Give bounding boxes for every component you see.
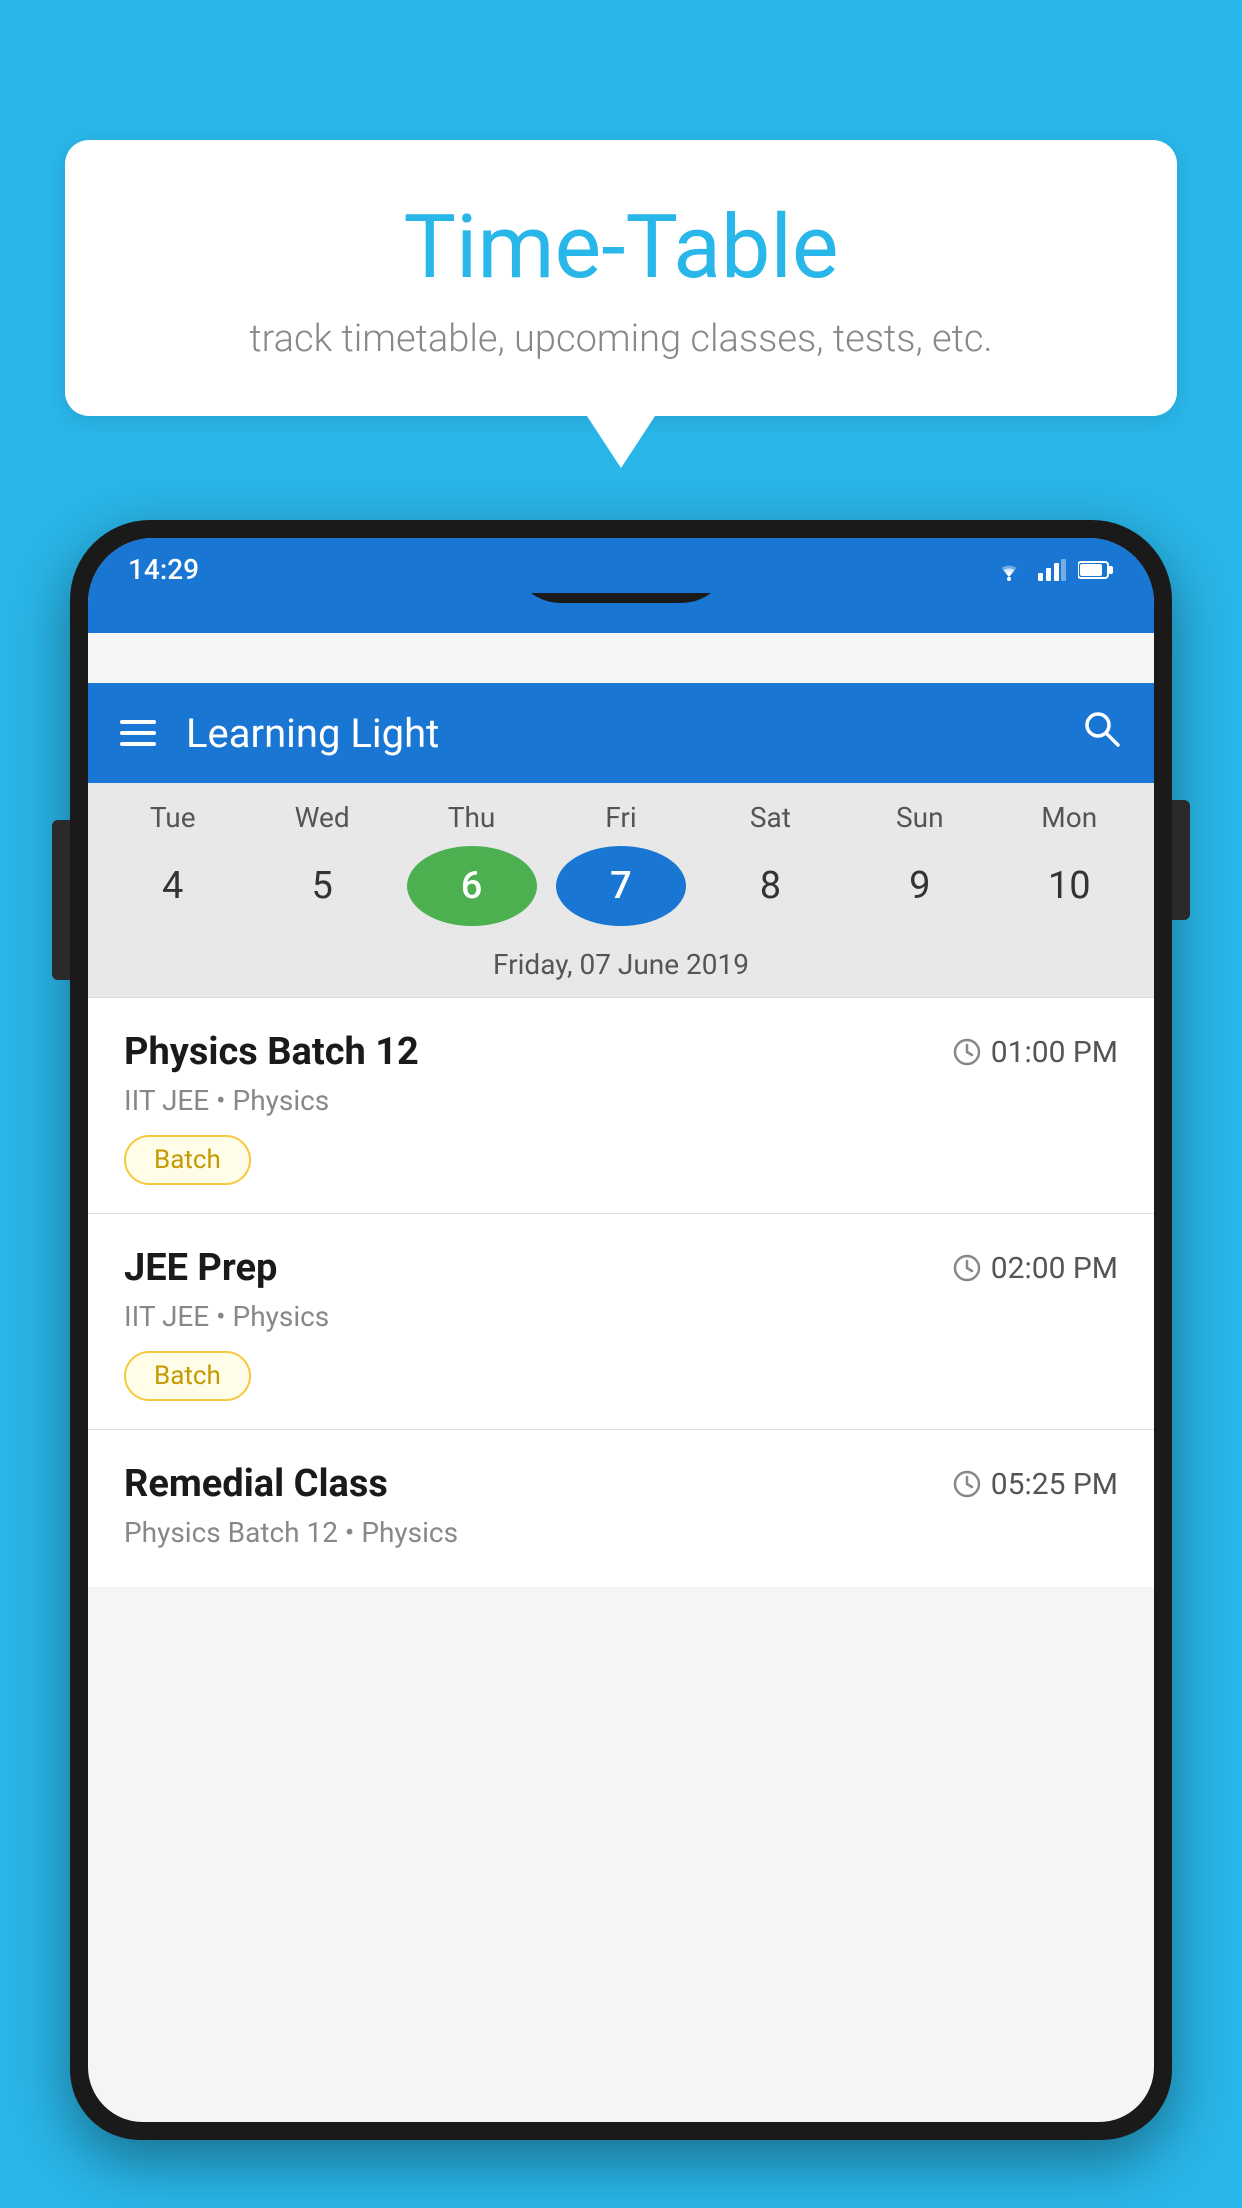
search-button[interactable] — [1080, 707, 1122, 759]
app-feature-subtitle: track timetable, upcoming classes, tests… — [105, 317, 1137, 361]
batch-badge-2: Batch — [124, 1351, 251, 1401]
phone-screen: 14:29 — [88, 538, 1154, 2122]
item-2-header: JEE Prep 02:00 PM — [124, 1246, 1118, 1290]
item-1-header: Physics Batch 12 01:00 PM — [124, 1030, 1118, 1074]
day-4[interactable]: 4 — [108, 846, 238, 926]
status-time: 14:29 — [128, 553, 199, 586]
class-time-1: 01:00 PM — [953, 1035, 1118, 1070]
speech-bubble-container: Time-Table track timetable, upcoming cla… — [65, 140, 1177, 416]
class-name-1: Physics Batch 12 — [124, 1030, 419, 1074]
hamburger-menu-icon[interactable] — [120, 720, 156, 746]
app-feature-title: Time-Table — [105, 200, 1137, 297]
class-name-2: JEE Prep — [124, 1246, 277, 1290]
day-6-today[interactable]: 6 — [407, 846, 537, 926]
day-7-selected[interactable]: 7 — [556, 846, 686, 926]
day-numbers: 4 5 6 7 8 9 10 — [88, 846, 1154, 942]
clock-icon-3 — [953, 1470, 981, 1498]
class-time-3: 05:25 PM — [953, 1467, 1118, 1502]
schedule-list: Physics Batch 12 01:00 PM IIT JEE • Phys… — [88, 998, 1154, 1587]
signal-icon — [1038, 559, 1066, 581]
day-label-thu: Thu — [407, 801, 537, 834]
item-3-header: Remedial Class 05:25 PM — [124, 1462, 1118, 1506]
day-label-wed: Wed — [257, 801, 387, 834]
day-label-mon: Mon — [1004, 801, 1134, 834]
class-details-1: IIT JEE • Physics — [124, 1084, 1118, 1117]
speech-bubble: Time-Table track timetable, upcoming cla… — [65, 140, 1177, 416]
status-icons — [992, 557, 1114, 583]
day-label-sun: Sun — [855, 801, 985, 834]
day-headers: Tue Wed Thu Fri Sat Sun Mon — [88, 801, 1154, 846]
selected-date-label: Friday, 07 June 2019 — [88, 942, 1154, 998]
class-details-3: Physics Batch 12 • Physics — [124, 1516, 1118, 1549]
app-bar: Learning Light — [88, 683, 1154, 783]
day-8[interactable]: 8 — [705, 846, 835, 926]
day-10[interactable]: 10 — [1004, 846, 1134, 926]
day-label-sat: Sat — [705, 801, 835, 834]
day-9[interactable]: 9 — [855, 846, 985, 926]
class-time-2: 02:00 PM — [953, 1251, 1118, 1286]
day-5[interactable]: 5 — [257, 846, 387, 926]
class-details-2: IIT JEE • Physics — [124, 1300, 1118, 1333]
app-title: Learning Light — [186, 710, 1080, 757]
class-name-3: Remedial Class — [124, 1462, 388, 1506]
schedule-item-3[interactable]: Remedial Class 05:25 PM Physics Batch 12… — [88, 1430, 1154, 1587]
battery-icon — [1078, 560, 1114, 580]
calendar-strip: Tue Wed Thu Fri Sat Sun Mon 4 5 6 7 8 9 … — [88, 783, 1154, 998]
batch-badge-1: Batch — [124, 1135, 251, 1185]
schedule-item-2[interactable]: JEE Prep 02:00 PM IIT JEE • Physics Batc… — [88, 1214, 1154, 1430]
clock-icon-2 — [953, 1254, 981, 1282]
status-bar: 14:29 — [88, 538, 1154, 593]
wifi-icon — [992, 557, 1026, 583]
phone-outer: 14:29 — [70, 520, 1172, 2140]
day-label-tue: Tue — [108, 801, 238, 834]
schedule-item-1[interactable]: Physics Batch 12 01:00 PM IIT JEE • Phys… — [88, 998, 1154, 1214]
day-label-fri: Fri — [556, 801, 686, 834]
phone-mockup: 14:29 — [70, 520, 1172, 2208]
clock-icon-1 — [953, 1038, 981, 1066]
